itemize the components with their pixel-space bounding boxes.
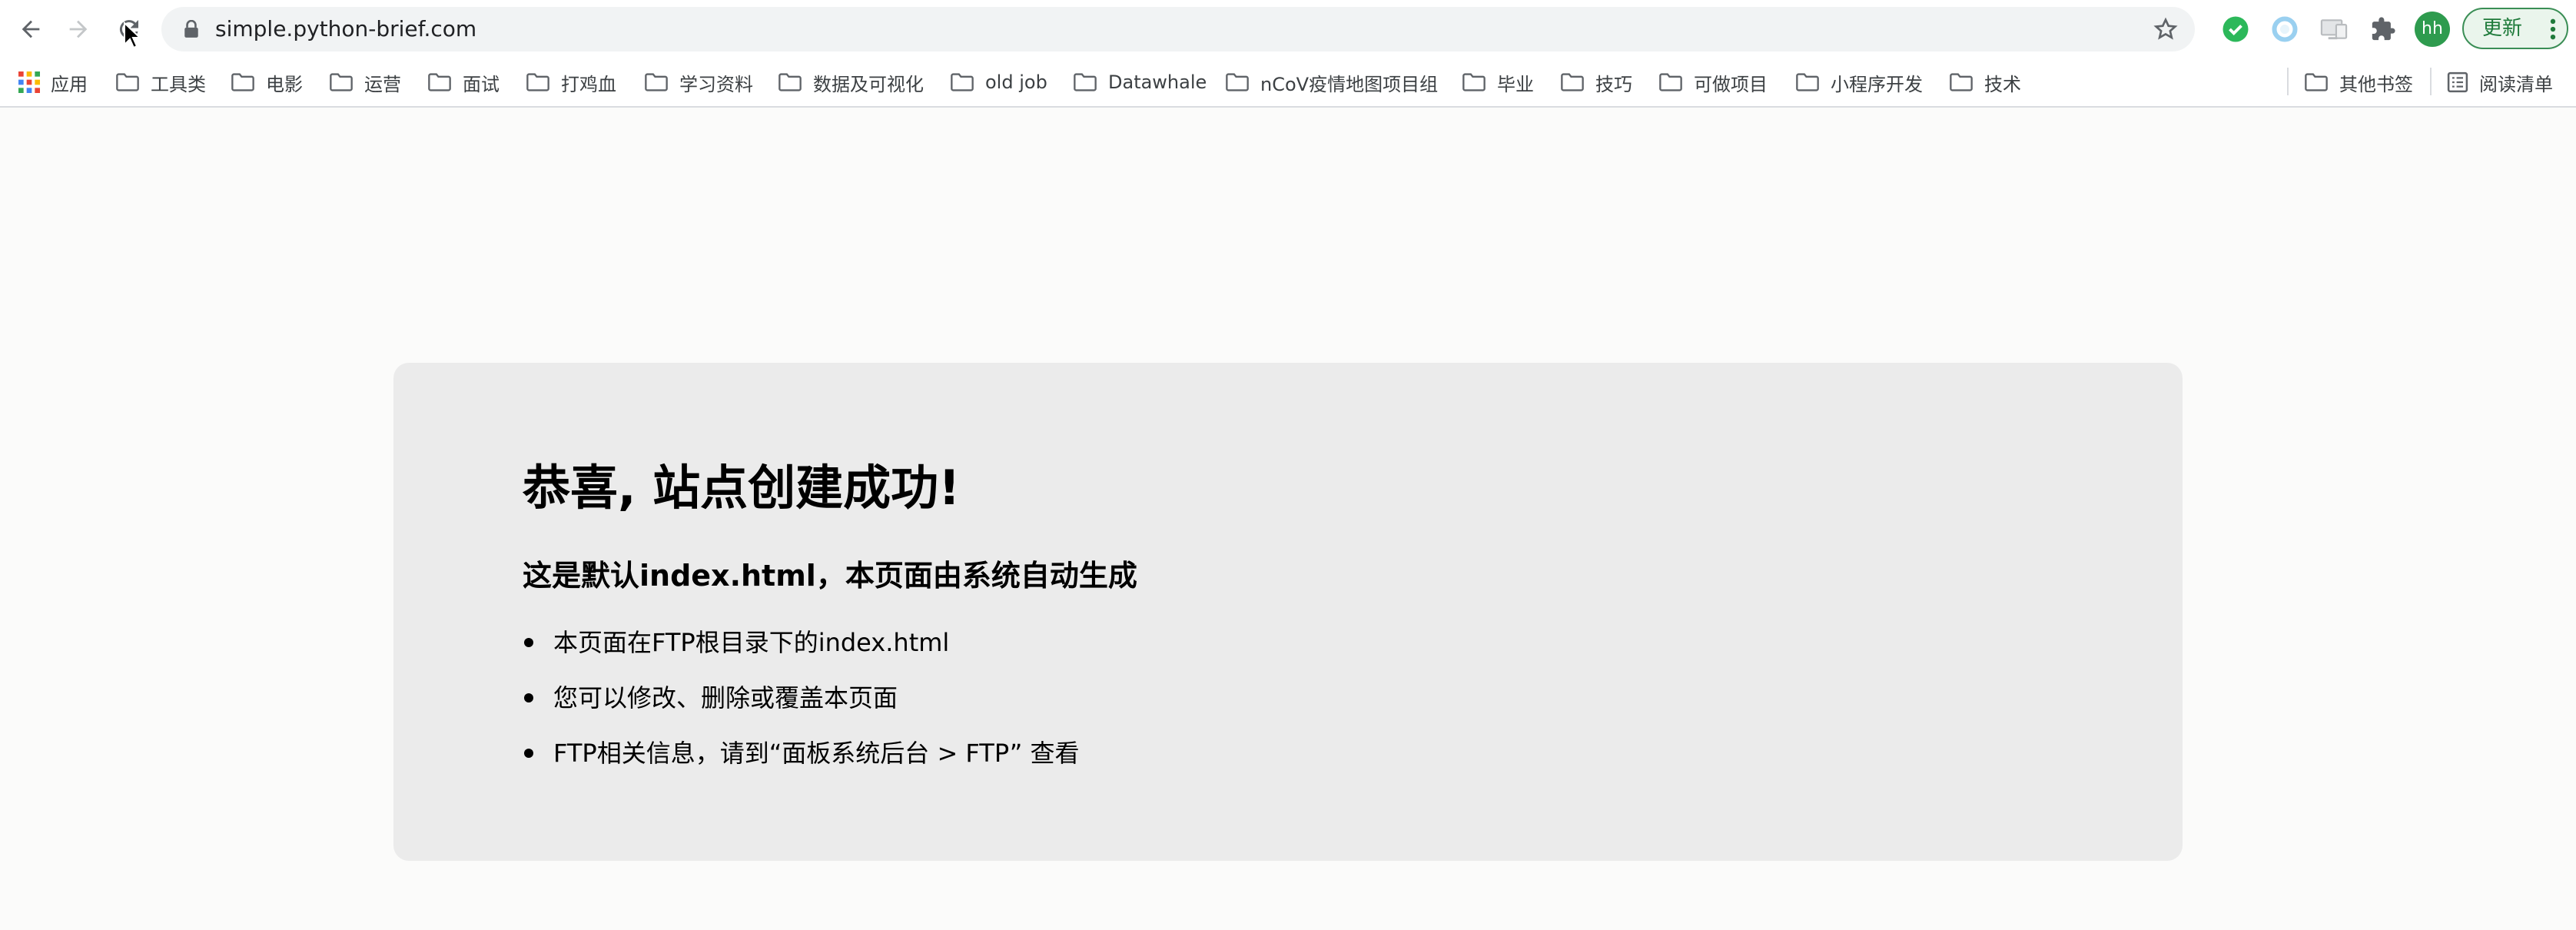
address-bar[interactable]: simple.python-brief.com — [161, 7, 2195, 51]
bookmark-folder[interactable]: 电影 — [231, 58, 303, 106]
arrow-left-icon — [22, 20, 40, 38]
folder-icon — [1950, 73, 1973, 91]
folder-icon — [2305, 73, 2328, 91]
update-button[interactable]: 更新 — [2462, 8, 2568, 49]
folder-icon — [1226, 73, 1249, 91]
reading-list-button[interactable]: 阅读清单 — [2447, 58, 2553, 106]
bookmarks-bar: 应用 工具类 电影 运营 面试 打鸡血 学习资料 数据及可视化 old job … — [0, 58, 2576, 108]
lock-icon — [184, 20, 198, 38]
bookmark-label: 打鸡血 — [561, 73, 616, 95]
folder-icon — [1074, 73, 1097, 91]
reading-list-icon — [2447, 71, 2468, 93]
bookmark-label: Datawhale — [1108, 71, 1207, 93]
bookmark-folder[interactable]: 技巧 — [1560, 58, 1632, 106]
bookmarks-divider — [2430, 68, 2432, 95]
folder-icon — [645, 73, 668, 91]
folder-icon — [330, 73, 353, 91]
folder-icon — [231, 73, 254, 91]
bookmark-folder[interactable]: Datawhale — [1073, 58, 1207, 106]
url-text: simple.python-brief.com — [215, 16, 477, 42]
arrow-right-icon — [69, 20, 88, 38]
bookmark-label: 运营 — [364, 73, 401, 95]
extension-monitor-icon[interactable] — [2318, 13, 2350, 45]
bookmark-label: 应用 — [51, 73, 88, 95]
bookmark-label: 学习资料 — [679, 73, 753, 95]
bookmark-folder[interactable]: 打鸡血 — [526, 58, 616, 106]
bookmark-folder[interactable]: 技术 — [1949, 58, 2021, 106]
folder-icon — [1796, 73, 1819, 91]
bookmark-folder[interactable]: 数据及可视化 — [778, 58, 924, 106]
folder-icon — [951, 73, 974, 91]
extensions-puzzle-icon[interactable] — [2367, 13, 2399, 45]
bookmark-label: 毕业 — [1497, 73, 1534, 95]
bookmark-label: old job — [985, 71, 1047, 93]
bookmark-label: nCoV疫情地图项目组 — [1260, 73, 1439, 95]
content-card: 恭喜, 站点创建成功! 这是默认index.html，本页面由系统自动生成 本页… — [393, 363, 2183, 861]
bookmark-label: 面试 — [463, 73, 500, 95]
list-item: 您可以修改、删除或覆盖本页面 — [523, 679, 1079, 735]
folder-icon — [526, 73, 549, 91]
bookmark-folder[interactable]: 面试 — [427, 58, 500, 106]
bookmark-folder[interactable]: 可做项目 — [1658, 58, 1768, 106]
bookmark-other[interactable]: 其他书签 — [2304, 58, 2413, 106]
bookmark-label: 可做项目 — [1694, 73, 1768, 95]
folder-icon — [116, 73, 139, 91]
apps-grid-icon — [18, 71, 40, 93]
forward-button[interactable] — [60, 11, 97, 48]
bookmark-folder[interactable]: 工具类 — [115, 58, 206, 106]
folder-icon — [1462, 73, 1486, 91]
bookmark-label: 电影 — [266, 73, 303, 95]
bookmark-label: 其他书签 — [2339, 73, 2413, 95]
folder-icon — [1561, 73, 1584, 91]
page-subtitle: 这是默认index.html，本页面由系统自动生成 — [523, 559, 1137, 593]
list-item: FTP相关信息，请到“面板系统后台 > FTP” 查看 — [523, 735, 1079, 790]
info-list: 本页面在FTP根目录下的index.html 您可以修改、删除或覆盖本页面 FT… — [523, 624, 1079, 790]
folder-icon — [1659, 73, 1682, 91]
bookmark-label: 阅读清单 — [2479, 73, 2553, 95]
mouse-cursor-icon — [124, 22, 141, 49]
bookmark-label: 技术 — [1984, 73, 2021, 95]
bookmark-folder[interactable]: 学习资料 — [644, 58, 753, 106]
folder-icon — [778, 73, 802, 91]
extension-check-icon[interactable] — [2219, 13, 2252, 45]
bookmark-folder[interactable]: old job — [950, 58, 1047, 106]
page-title: 恭喜, 站点创建成功! — [523, 460, 961, 516]
back-button[interactable] — [12, 11, 49, 48]
bookmark-folder[interactable]: 小程序开发 — [1795, 58, 1923, 106]
browser-toolbar: simple.python-brief.com hh 更新 — [0, 0, 2576, 58]
folder-icon — [428, 73, 451, 91]
more-vert-icon — [2550, 18, 2556, 40]
bookmark-folder[interactable]: 毕业 — [1462, 58, 1534, 106]
list-item: 本页面在FTP根目录下的index.html — [523, 624, 1079, 679]
bookmarks-divider — [2287, 68, 2289, 95]
bookmark-apps[interactable]: 应用 — [18, 58, 88, 106]
profile-avatar[interactable]: hh — [2415, 12, 2450, 47]
bookmark-folder[interactable]: nCoV疫情地图项目组 — [1225, 58, 1438, 106]
bookmark-label: 数据及可视化 — [813, 73, 924, 95]
bookmark-label: 小程序开发 — [1831, 73, 1923, 95]
bookmark-folder[interactable]: 运营 — [329, 58, 401, 106]
extension-circle-icon[interactable] — [2269, 13, 2301, 45]
update-button-label: 更新 — [2482, 17, 2523, 40]
bookmark-label: 技巧 — [1595, 73, 1632, 95]
bookmark-star-icon[interactable] — [2153, 17, 2178, 42]
bookmark-label: 工具类 — [151, 73, 206, 95]
